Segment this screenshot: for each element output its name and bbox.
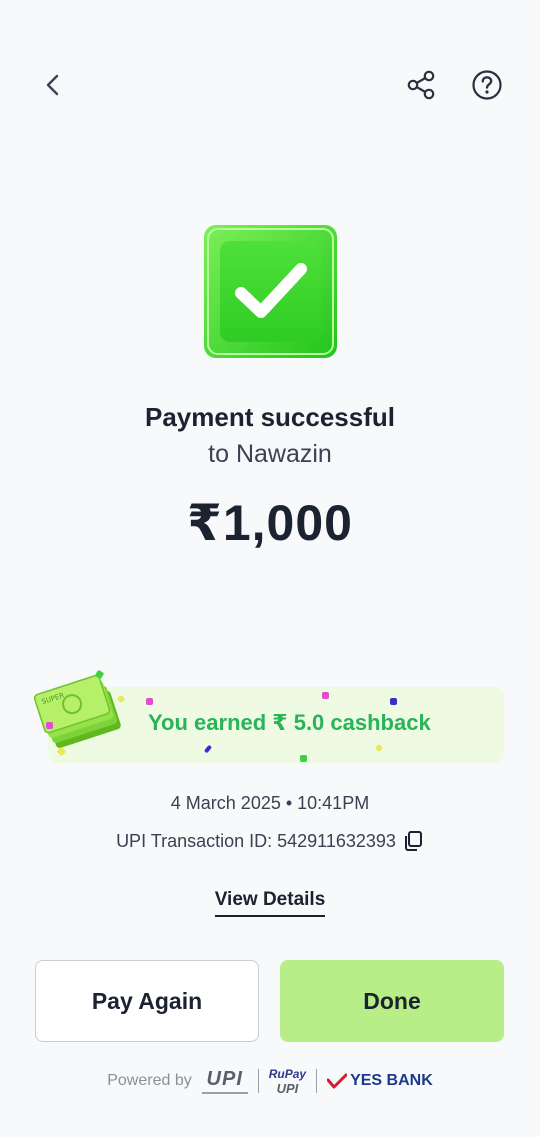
rupay-upi-text: UPI xyxy=(276,1080,299,1096)
rupay-upi-logo: RuPay UPI xyxy=(269,1068,306,1095)
help-circle-icon xyxy=(472,70,502,100)
transaction-id-row: UPI Transaction ID: 542911632393 xyxy=(0,830,540,852)
cashback-text: You earned ₹ 5.0 cashback xyxy=(148,710,431,735)
payment-amount: ₹1,000 xyxy=(187,495,353,551)
yes-bank-text: YES BANK xyxy=(350,1072,433,1089)
done-button[interactable]: Done xyxy=(280,960,504,1042)
confetti xyxy=(300,755,307,762)
recipient-name: to Nawazin xyxy=(208,440,332,468)
pay-again-button[interactable]: Pay Again xyxy=(35,960,259,1042)
confetti xyxy=(390,698,397,705)
help-button[interactable] xyxy=(468,66,506,104)
view-details-label: View Details xyxy=(214,889,326,917)
footer-powered-by: Powered by UPI RuPay UPI YES BANK xyxy=(0,1063,540,1099)
transaction-id: UPI Transaction ID: 542911632393 xyxy=(116,830,396,851)
footer-divider xyxy=(257,1069,259,1093)
confetti xyxy=(146,698,153,705)
back-button[interactable] xyxy=(36,68,70,102)
rupay-logo-text: RuPay xyxy=(268,1066,307,1081)
upi-logo: UPI xyxy=(201,1068,248,1094)
cash-stack-illustration: SUPER xyxy=(33,665,134,760)
confetti xyxy=(46,722,53,729)
chevron-left-icon xyxy=(46,74,59,96)
share-button[interactable] xyxy=(402,66,440,104)
cash-stack-icon: SUPER xyxy=(33,674,121,748)
view-details-link[interactable]: View Details xyxy=(0,889,540,917)
copy-icon xyxy=(404,831,422,851)
check-square-icon xyxy=(204,225,337,358)
checkmark-logo-icon xyxy=(327,1073,348,1089)
upi-logo-text: UPI xyxy=(206,1068,243,1090)
confetti xyxy=(322,692,329,699)
status-title: Payment successful xyxy=(144,402,395,432)
yes-bank-logo: YES BANK xyxy=(327,1072,433,1090)
share-icon xyxy=(407,70,435,100)
powered-by-text: Powered by xyxy=(107,1072,192,1089)
transaction-datetime: 4 March 2025 • 10:41PM xyxy=(170,793,370,813)
success-check-badge xyxy=(203,224,338,359)
footer-divider xyxy=(316,1069,318,1093)
copy-button[interactable] xyxy=(402,830,424,852)
